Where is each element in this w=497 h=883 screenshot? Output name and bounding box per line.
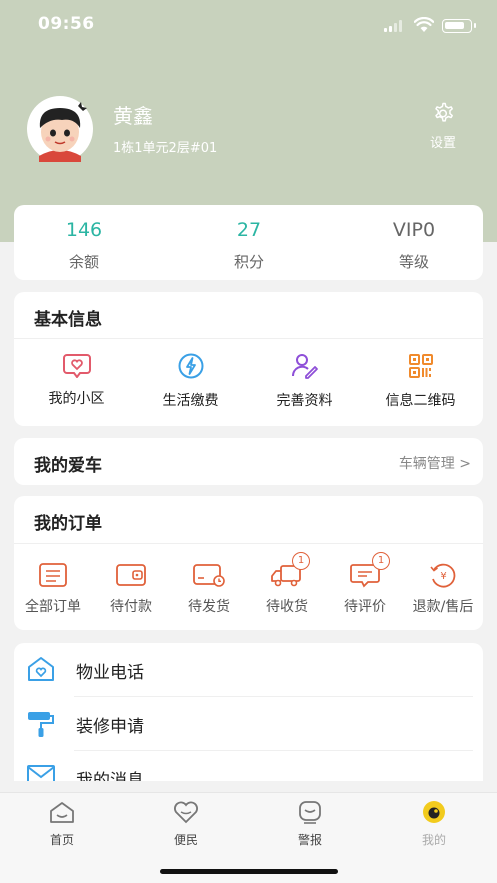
- pending-receipt-button[interactable]: 1 待收货: [248, 552, 326, 616]
- grid-label: 完善资料: [276, 393, 333, 409]
- wifi-icon: [414, 17, 434, 32]
- grid-label: 我的小区: [48, 391, 105, 407]
- tab-convenience[interactable]: 便民: [124, 799, 248, 848]
- settings-button[interactable]: 设置: [420, 100, 466, 151]
- refund-icon: ¥: [430, 563, 456, 588]
- signal-icon: [384, 20, 406, 32]
- my-car-title: 我的爱车: [34, 456, 102, 476]
- stat-value: 146: [65, 219, 103, 241]
- stat-level[interactable]: VIP0 等级: [344, 219, 484, 272]
- bill-payment-button[interactable]: 生活缴费: [132, 352, 249, 410]
- paint-roller-icon: [28, 712, 54, 737]
- info-qr-code-button[interactable]: 信息二维码: [362, 352, 479, 410]
- stat-label: 余额: [68, 253, 99, 271]
- order-label: 待发货: [188, 599, 230, 615]
- tab-label: 便民: [173, 833, 198, 847]
- divider: [14, 543, 483, 544]
- gear-icon: [435, 102, 453, 122]
- home-indicator: [160, 869, 338, 874]
- order-label: 全部订单: [25, 599, 81, 615]
- alarm-tab-icon: [299, 801, 321, 824]
- edit-profile-icon: [291, 354, 318, 379]
- stat-value: VIP0: [392, 219, 436, 241]
- card-clock-icon: [193, 564, 225, 587]
- mail-icon: [27, 765, 55, 781]
- stat-label: 等级: [398, 253, 429, 271]
- refund-after-sale-button[interactable]: ¥ 退款/售后: [404, 562, 482, 616]
- status-time: 09:56: [38, 14, 95, 34]
- vehicle-management-link[interactable]: 车辆管理 >: [399, 453, 471, 473]
- orders-title: 我的订单: [34, 514, 102, 534]
- stat-balance[interactable]: 146 余额: [14, 219, 154, 272]
- menu-label: 物业电话: [76, 663, 144, 683]
- menu-label: 我的消息: [76, 771, 144, 781]
- status-bar: 09:56: [0, 14, 497, 38]
- stats-card: 146 余额 27 积分 VIP0 等级: [14, 205, 483, 280]
- mine-tab-icon: [423, 801, 445, 823]
- avatar[interactable]: [20, 96, 100, 162]
- stat-points[interactable]: 27 积分: [179, 219, 319, 272]
- tab-label: 我的: [421, 833, 446, 847]
- property-phone-row[interactable]: 物业电话: [14, 643, 483, 697]
- my-community-button[interactable]: 我的小区: [18, 352, 135, 408]
- menu-label: 装修申请: [76, 717, 144, 737]
- stat-value: 27: [236, 219, 262, 241]
- pending-payment-button[interactable]: 待付款: [92, 562, 170, 616]
- community-heart-icon: [62, 354, 91, 378]
- battery-icon: [442, 19, 476, 33]
- complete-profile-button[interactable]: 完善资料: [246, 352, 363, 410]
- badge-count: 1: [292, 552, 310, 570]
- service-menu: 物业电话 装修申请 我的消息: [14, 643, 483, 781]
- my-messages-row[interactable]: 我的消息: [14, 751, 483, 781]
- order-label: 退款/售后: [412, 599, 474, 615]
- wallet-icon: [116, 564, 146, 586]
- user-name: 黄鑫: [113, 104, 153, 128]
- bill-payment-icon: [178, 353, 203, 379]
- tab-label: 警报: [297, 833, 322, 847]
- basic-info-title: 基本信息: [34, 310, 102, 330]
- property-house-icon: [28, 657, 54, 681]
- pending-shipment-button[interactable]: 待发货: [170, 562, 248, 616]
- basic-info-card: 基本信息 我的小区 生活缴费 完善资料 信息二维码: [14, 292, 483, 426]
- user-address: 1栋1单元2层#01: [113, 141, 218, 156]
- stat-label: 积分: [233, 253, 264, 271]
- tab-mine[interactable]: 我的: [372, 799, 496, 848]
- badge-count: 1: [372, 552, 390, 570]
- order-label: 待收货: [266, 599, 308, 615]
- home-tab-icon: [50, 802, 74, 823]
- renovation-application-row[interactable]: 装修申请: [14, 697, 483, 751]
- order-label: 待评价: [344, 599, 386, 615]
- tab-home[interactable]: 首页: [0, 799, 124, 848]
- svg-text:¥: ¥: [440, 571, 446, 582]
- heart-tab-icon: [174, 801, 198, 824]
- all-orders-button[interactable]: 全部订单: [14, 562, 92, 616]
- settings-label: 设置: [429, 136, 456, 151]
- my-car-row[interactable]: 我的爱车 车辆管理 >: [14, 438, 483, 485]
- qr-code-icon: [408, 354, 433, 378]
- tab-alarm[interactable]: 警报: [248, 799, 372, 848]
- orders-card: 我的订单 全部订单 待付款 待发货 1 待收货 1 待评价 ¥ 退款/售后: [14, 496, 483, 630]
- all-orders-icon: [39, 563, 67, 587]
- divider: [14, 338, 483, 339]
- pending-review-button[interactable]: 1 待评价: [326, 552, 404, 616]
- tab-label: 首页: [49, 833, 74, 847]
- grid-label: 生活缴费: [162, 393, 219, 409]
- grid-label: 信息二维码: [385, 393, 456, 409]
- order-label: 待付款: [110, 599, 152, 615]
